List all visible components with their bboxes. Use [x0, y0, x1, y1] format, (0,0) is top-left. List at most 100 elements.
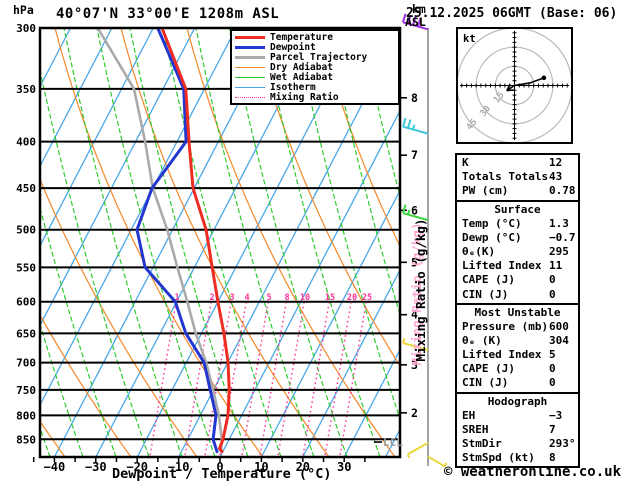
pressure-tick-label: 350	[16, 83, 36, 96]
hodograph-group: 153045	[458, 29, 571, 142]
wind-barb-shaft	[402, 125, 429, 135]
legend-line-sample	[235, 66, 265, 68]
table-row: CIN (J) 0	[457, 376, 578, 390]
row-value: 1.3	[549, 216, 569, 230]
legend-line-sample	[235, 87, 265, 89]
wind-barb-full-tick	[407, 119, 412, 129]
table-row: CAPE (J) 0	[457, 362, 578, 376]
row-value: 304	[549, 333, 569, 347]
row-value: 8	[549, 451, 556, 465]
table-row: StmSpd (kt) 8	[457, 451, 578, 465]
km-tick-label: 7	[411, 148, 418, 162]
table-row: EH −3	[457, 409, 578, 423]
table-section: K 12 Totals Totals 43 PW (cm) 0.78	[455, 153, 580, 202]
legend-item: Isotherm	[235, 82, 398, 92]
hodograph-trace-start-dot	[541, 75, 547, 81]
row-label: Pressure (mb)	[462, 319, 549, 333]
temp-tick-label: −30	[85, 460, 107, 474]
pressure-tick-label: 750	[16, 384, 36, 397]
pressure-tick-label: 550	[16, 261, 36, 274]
wind-barb-half-tick	[402, 338, 406, 344]
table-row: Pressure (mb) 600	[457, 320, 578, 334]
km-tick-label: 8	[411, 91, 418, 105]
legend-line-sample	[235, 35, 265, 39]
row-value: 0	[549, 273, 556, 287]
temperature-trace	[160, 28, 231, 454]
row-label: θₑ(K)	[462, 244, 496, 258]
pressure-tick-label: 700	[16, 357, 36, 370]
row-value: 293°	[549, 437, 576, 450]
hodograph-ring-label: 15	[492, 90, 507, 105]
table-row: PW (cm) 0.78	[457, 184, 578, 198]
row-label: PW (cm)	[462, 184, 509, 198]
temp-axis-title: Dewpoint / Temperature (°C)	[112, 466, 332, 482]
temp-tick-label: 30	[337, 460, 351, 474]
wind-barb-half-tick	[407, 453, 411, 459]
row-label: CIN (J)	[462, 287, 509, 301]
row-value: 0	[549, 376, 556, 390]
legend-item: Temperature	[235, 32, 398, 42]
row-label: CIN (J)	[462, 376, 509, 390]
table-row: Dewp (°C) −0.7	[457, 231, 578, 245]
row-label: StmSpd (kt)	[462, 451, 535, 465]
pressure-tick-label: 600	[16, 296, 36, 309]
wind-barb-half-tick	[412, 124, 416, 130]
legend-line-sample	[235, 97, 265, 99]
legend-item-label: Mixing Ratio	[270, 92, 339, 104]
skewt-sounding-page: 1 2 3 4 5 8 10 15 20 25 300 350 400 450 500 550 600 650 70…	[0, 0, 629, 486]
row-label: EH	[462, 408, 476, 422]
wind-barb-shaft	[407, 442, 429, 455]
table-row: Temp (°C) 1.3	[457, 217, 578, 231]
legend-item: Dry Adiabat	[235, 62, 398, 72]
valid-time-label: 25.12.2025 06GMT (Base: 06)	[406, 6, 618, 21]
row-value: −0.7	[549, 230, 576, 244]
row-value: 11	[549, 259, 563, 273]
station-title: 40°07'N 33°00'E 1208m ASL	[56, 6, 280, 22]
row-label: Lifted Index	[462, 259, 542, 273]
row-value: 12	[549, 156, 563, 169]
traces-group	[96, 28, 231, 454]
row-value: 295	[549, 244, 569, 258]
legend-item: Wet Adiabat	[235, 72, 398, 82]
mixing-axis-title: Mixing Ratio (g/kg)	[413, 218, 428, 362]
table-section-header: Most Unstable	[474, 305, 561, 319]
row-label: Dewp (°C)	[462, 230, 522, 244]
hodograph-unit-label: kt	[463, 33, 476, 45]
row-value: 0.78	[549, 184, 576, 198]
table-row: CIN (J) 0	[457, 288, 578, 302]
table-row: Totals Totals 43	[457, 170, 578, 184]
table-row: θₑ(K) 295	[457, 245, 578, 259]
legend-item: Parcel Trajectory	[235, 52, 398, 62]
row-value: 0	[549, 362, 556, 376]
row-value: 600	[549, 319, 569, 333]
temp-tick-label: −40	[44, 460, 66, 474]
pressure-tick-label: 300	[16, 22, 36, 35]
row-value: 0	[549, 287, 556, 301]
row-label: Totals Totals	[462, 170, 549, 184]
pressure-tick-label: 400	[16, 136, 36, 149]
hodograph-ring-label: 30	[479, 104, 494, 119]
legend-item-label: Dry Adiabat	[270, 61, 333, 73]
isotherm-line	[40, 28, 237, 407]
pressure-tick-label: 650	[16, 327, 36, 340]
table-row: Lifted Index 5	[457, 348, 578, 362]
legend-item-label: Parcel Trajectory	[270, 51, 368, 63]
row-label: SREH	[462, 422, 489, 436]
row-value: −3	[549, 408, 563, 422]
table-row: SREH 7	[457, 423, 578, 437]
indices-table: K 12 Totals Totals 43 PW (cm) 0.78 Surface Temp…	[455, 153, 580, 469]
mixing-ratio-line	[241, 302, 269, 456]
table-section-header: Surface	[494, 202, 541, 216]
row-value: 7	[549, 422, 556, 436]
legend-item: Dewpoint	[235, 42, 398, 52]
table-row: K 12	[457, 156, 578, 170]
table-section: Most Unstable Pressure (mb) 600 θₑ (K) 304 Li…	[455, 302, 580, 394]
legend-item-label: Temperature	[270, 31, 333, 43]
table-section: Hodograph EH −3 SREH 7 StmDir 293° StmSpd (kt) 8	[455, 391, 580, 469]
row-label: CAPE (J)	[462, 362, 515, 376]
row-label: K	[462, 156, 469, 169]
legend-line-sample	[235, 55, 265, 59]
legend-item-label: Wet Adiabat	[270, 71, 333, 83]
hodograph-trace-arrowhead	[506, 89, 514, 92]
row-label: CAPE (J)	[462, 273, 515, 287]
